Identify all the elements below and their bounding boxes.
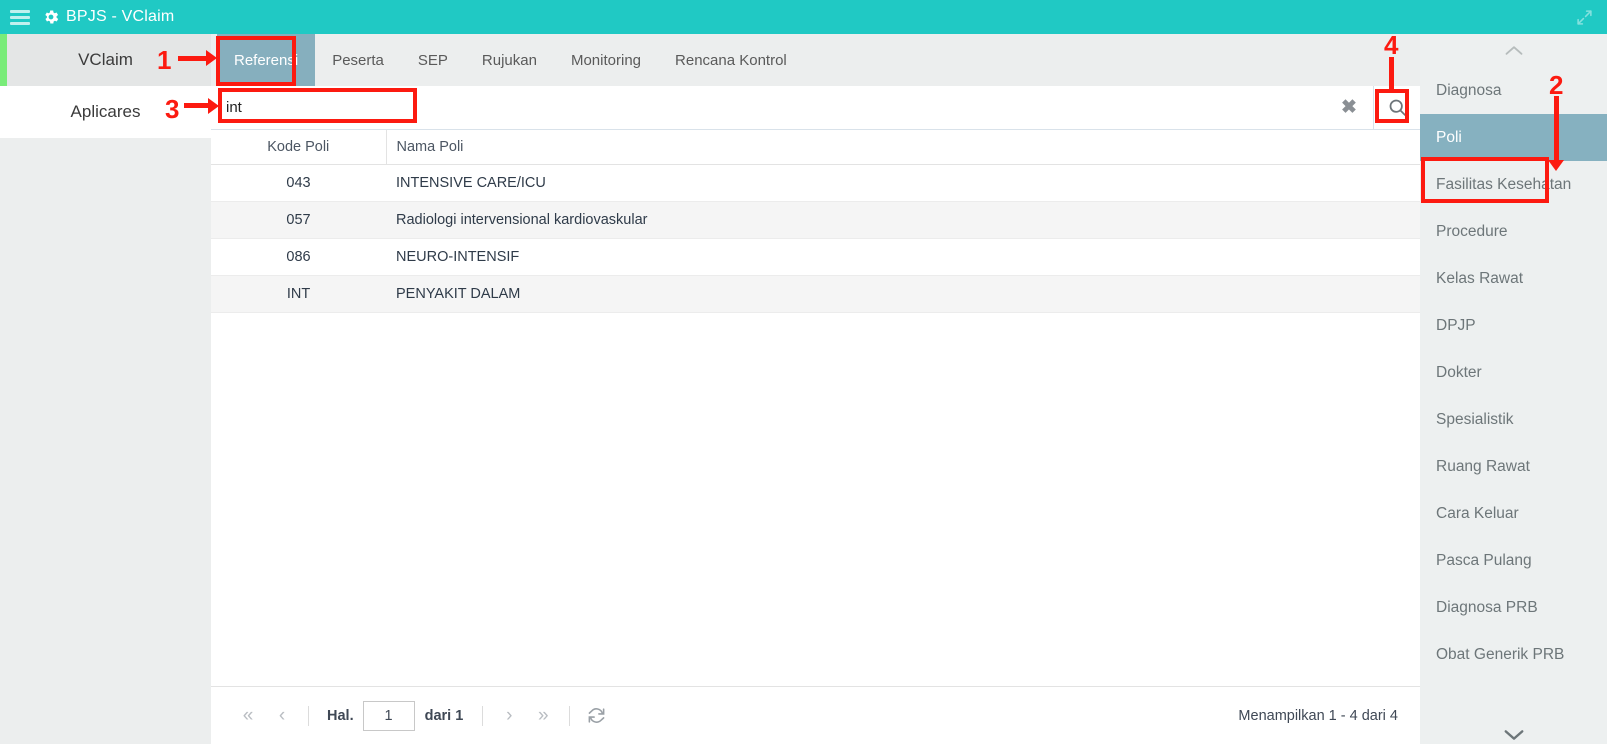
sidebar-item-label: Diagnosa (1436, 81, 1502, 99)
sidebar-item-spesialistik[interactable]: Spesialistik (1420, 396, 1607, 443)
table-row[interactable]: 043 INTENSIVE CARE/ICU (211, 164, 1420, 202)
sidebar-item-diagnosa[interactable]: Diagnosa (1420, 67, 1607, 114)
page-label: Hal. (327, 707, 354, 724)
tab-peserta[interactable]: Peserta (315, 34, 401, 86)
app-item-aplicares[interactable]: Aplicares (0, 86, 211, 138)
sidebar-item-ruang-rawat[interactable]: Ruang Rawat (1420, 443, 1607, 490)
sidebar-item-label: Fasilitas Kesehatan (1436, 175, 1572, 193)
clear-x-icon[interactable]: ✖ (1339, 98, 1359, 118)
tab-label: Rencana Kontrol (675, 51, 787, 69)
table-row[interactable]: 086 NEURO-INTENSIF (211, 238, 1420, 276)
sidebar-item-label: Poli (1436, 128, 1462, 146)
column-header-kode-poli[interactable]: Kode Poli (211, 130, 387, 165)
cell-kode-poli: 043 (211, 164, 386, 202)
sidebar-item-diagnosa-prb[interactable]: Diagnosa PRB (1420, 584, 1607, 631)
reference-sidebar: Diagnosa Poli Fasilitas Kesehatan Proced… (1420, 34, 1607, 744)
page-number-input[interactable] (362, 700, 415, 731)
search-field-wrapper: ✖ (211, 86, 1374, 129)
tab-label: Peserta (332, 51, 384, 69)
tab-label: Referensi (234, 51, 299, 69)
hamburger-icon[interactable] (10, 9, 30, 25)
sidebar-item-label: Kelas Rawat (1436, 269, 1524, 287)
sidebar-item-pasca-pulang[interactable]: Pasca Pulang (1420, 537, 1607, 584)
sidebar-item-label: Spesialistik (1436, 410, 1514, 428)
search-row: ✖ (211, 86, 1420, 130)
search-input[interactable] (211, 86, 1373, 129)
app-item-vclaim[interactable]: VClaim (0, 34, 211, 86)
cell-kode-poli: 086 (211, 238, 386, 276)
sidebar-item-label: Obat Generik PRB (1436, 645, 1565, 663)
sidebar-item-cara-keluar[interactable]: Cara Keluar (1420, 490, 1607, 537)
search-button[interactable] (1374, 86, 1420, 129)
poli-table: Kode Poli Nama Poli 043 INTENSIVE CARE/I… (211, 130, 1420, 313)
sidebar-item-dokter[interactable]: Dokter (1420, 349, 1607, 396)
tab-label: Rujukan (481, 51, 537, 69)
cell-nama-poli: PENYAKIT DALAM (386, 275, 1420, 313)
app-item-label: Aplicares (70, 102, 141, 121)
sidebar-item-label: DPJP (1436, 316, 1476, 334)
sidebar-item-poli[interactable]: Poli (1420, 114, 1607, 161)
refresh-icon[interactable] (579, 699, 613, 733)
page-total-label: dari 1 (424, 707, 464, 724)
pagination-bar: « ‹ Hal. dari 1 › » Menampilkan 1 - 4 da… (211, 686, 1420, 744)
table-header-row: Kode Poli Nama Poli (211, 130, 1420, 165)
first-page-button[interactable]: « (231, 699, 265, 733)
sidebar-item-label: Ruang Rawat (1436, 457, 1530, 475)
table-row[interactable]: 057 Radiologi intervensional kardiovasku… (211, 201, 1420, 239)
sidebar-item-label: Cara Keluar (1436, 504, 1519, 522)
cell-nama-poli: NEURO-INTENSIF (386, 238, 1420, 276)
sidebar-item-dpjp[interactable]: DPJP (1420, 302, 1607, 349)
app-list: VClaim Aplicares (0, 34, 211, 744)
tab-sep[interactable]: SEP (401, 34, 465, 86)
chevron-up-icon[interactable] (1420, 34, 1607, 67)
prev-page-button[interactable]: ‹ (265, 699, 299, 733)
tab-referensi[interactable]: Referensi (217, 34, 316, 86)
table-row[interactable]: INT PENYAKIT DALAM (211, 275, 1420, 313)
pager-divider (569, 705, 571, 726)
tab-monitoring[interactable]: Monitoring (554, 34, 658, 86)
tab-rujukan[interactable]: Rujukan (465, 34, 554, 86)
sidebar-item-label: Dokter (1436, 363, 1482, 381)
tab-rencana-kontrol[interactable]: Rencana Kontrol (658, 34, 804, 86)
pager-divider (308, 705, 309, 726)
main-content: ✖ Kode Poli Nama Poli 043 INTENSIVE CARE… (211, 86, 1420, 744)
sidebar-item-obat-generik-prb[interactable]: Obat Generik PRB (1420, 631, 1607, 678)
sidebar-item-label: Procedure (1436, 222, 1508, 240)
window-title: BPJS - VClaim (66, 8, 175, 25)
chevron-down-icon[interactable] (1420, 728, 1607, 742)
pagination-status: Menampilkan 1 - 4 dari 4 (1238, 707, 1398, 724)
cell-kode-poli: 057 (211, 201, 386, 239)
app-item-label: VClaim (78, 50, 133, 69)
gear-icon (42, 8, 60, 26)
cell-nama-poli: Radiologi intervensional kardiovaskular (386, 201, 1420, 239)
cell-nama-poli: INTENSIVE CARE/ICU (386, 164, 1420, 202)
title-bar: BPJS - VClaim (0, 0, 1607, 34)
expand-arrows-icon[interactable] (1576, 9, 1593, 26)
tab-label: Monitoring (570, 51, 642, 69)
column-header-nama-poli[interactable]: Nama Poli (386, 130, 1420, 165)
sidebar-item-label: Diagnosa PRB (1436, 598, 1538, 616)
last-page-button[interactable]: » (526, 699, 560, 733)
sidebar-item-kelas-rawat[interactable]: Kelas Rawat (1420, 255, 1607, 302)
tab-label: SEP (417, 51, 448, 69)
top-navigation: Referensi Peserta SEP Rujukan Monitoring… (211, 34, 1607, 86)
sidebar-item-label: Pasca Pulang (1436, 551, 1532, 569)
pager-divider (482, 705, 484, 726)
next-page-button[interactable]: › (492, 699, 526, 733)
sidebar-item-fasilitas-kesehatan[interactable]: Fasilitas Kesehatan (1420, 161, 1607, 208)
cell-kode-poli: INT (211, 275, 386, 313)
sidebar-item-procedure[interactable]: Procedure (1420, 208, 1607, 255)
